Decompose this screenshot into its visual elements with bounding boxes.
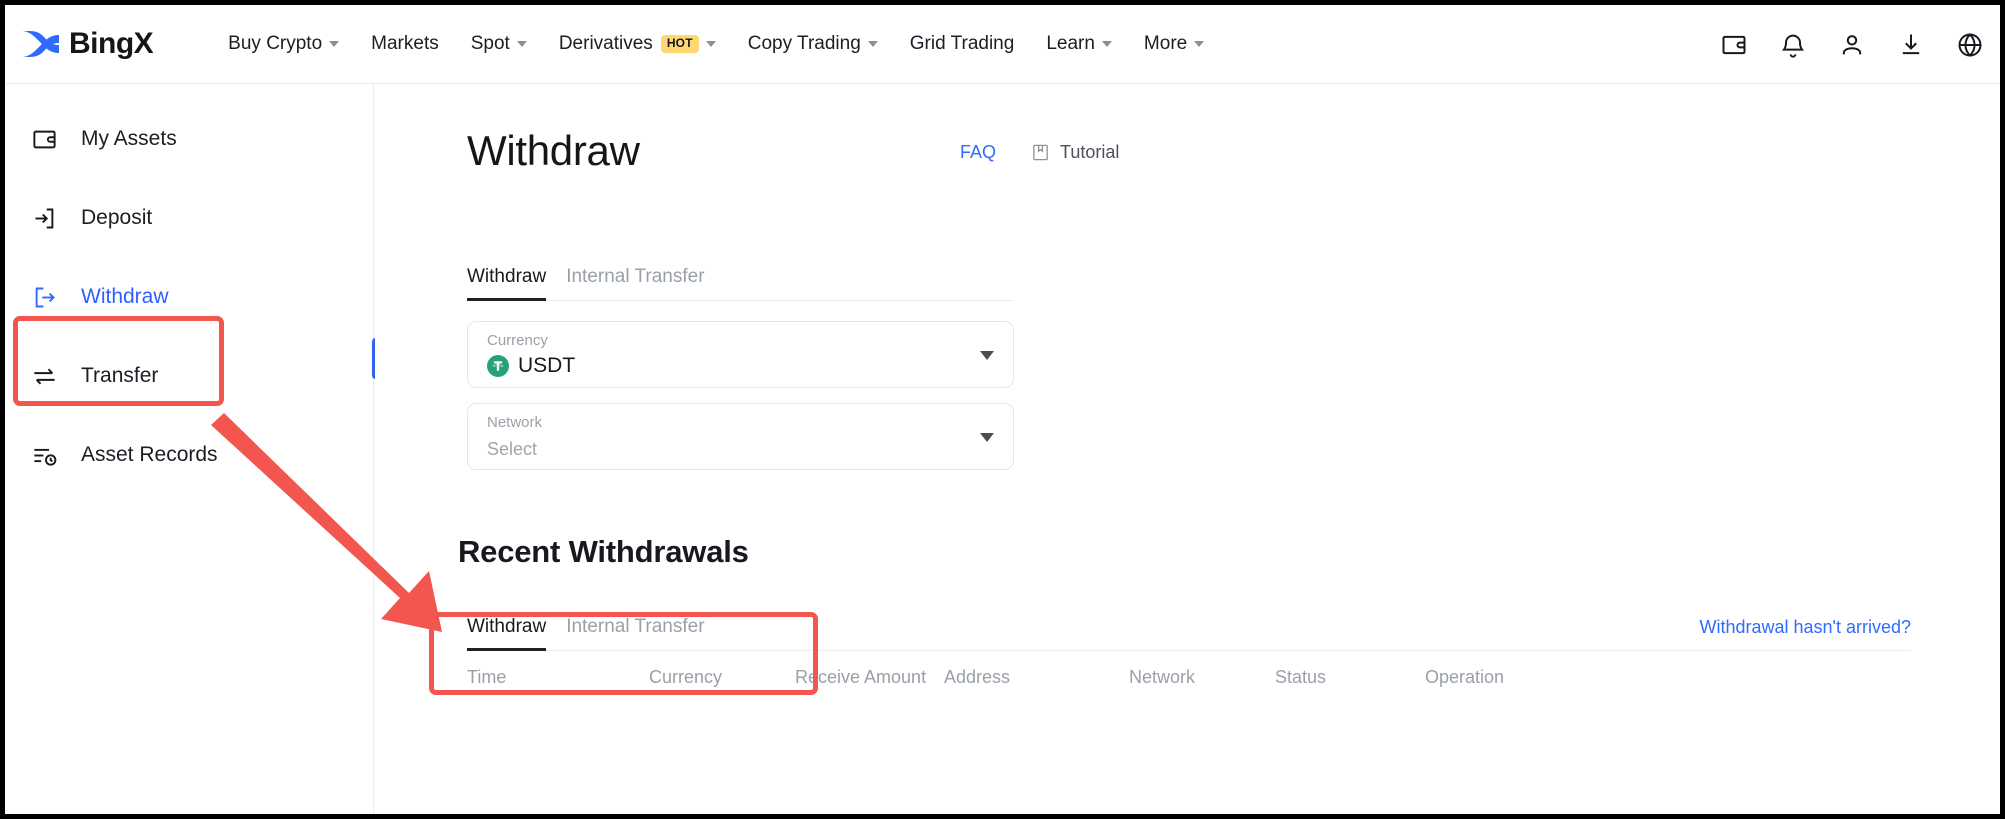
network-select[interactable]: Network Select xyxy=(467,403,1014,470)
sidebar-item-asset-records[interactable]: Asset Records xyxy=(5,427,374,483)
chevron-down-icon xyxy=(980,351,994,360)
chevron-down-icon xyxy=(1194,41,1205,47)
nav-item-more[interactable]: More xyxy=(1128,24,1220,64)
tab-withdraw[interactable]: Withdraw xyxy=(467,266,547,301)
wallet-icon xyxy=(33,130,56,148)
header-links: FAQ Tutorial xyxy=(960,142,1119,163)
chevron-down-icon xyxy=(705,41,716,47)
tutorial-link[interactable]: Tutorial xyxy=(1031,142,1119,163)
faq-link[interactable]: FAQ xyxy=(960,142,996,163)
chevron-down-icon xyxy=(516,41,527,47)
recent-tab-withdraw[interactable]: Withdraw xyxy=(467,616,547,651)
sidebar-item-withdraw[interactable]: Withdraw xyxy=(5,269,374,325)
deposit-arrow-icon xyxy=(35,208,54,228)
column-header-network: Network xyxy=(1129,667,1196,687)
chevron-down-icon xyxy=(1101,41,1112,47)
nav-label: Markets xyxy=(371,33,439,54)
nav-label: Derivatives xyxy=(558,33,653,54)
column-header-status: Status xyxy=(1275,667,1327,687)
column-header-receive-amount: Receive Amount xyxy=(795,667,927,687)
recent-withdrawals-heading: Recent Withdrawals xyxy=(458,534,749,569)
column-header-currency: Currency xyxy=(649,667,723,687)
recent-withdrawals-tabs: Withdraw Internal Transfer Withdrawal ha… xyxy=(467,612,1911,651)
page-title: Withdraw xyxy=(467,127,640,174)
sidebar-item-label: Deposit xyxy=(81,206,153,229)
chevron-down-icon xyxy=(329,41,340,47)
network-label: Network xyxy=(487,414,543,431)
nav-item-grid-trading[interactable]: Grid Trading xyxy=(894,24,1031,64)
records-clock-icon xyxy=(34,448,57,466)
currency-value-row: USDT xyxy=(487,354,575,378)
wallet-icon[interactable] xyxy=(1720,31,1748,59)
main-menu: Buy Crypto Markets Spot Derivatives HOT … xyxy=(212,24,1220,64)
column-header-operation: Operation xyxy=(1425,667,1505,687)
chevron-down-icon xyxy=(980,433,994,442)
sidebar-item-my-assets[interactable]: My Assets xyxy=(5,111,374,167)
network-placeholder: Select xyxy=(487,439,538,459)
bell-icon[interactable] xyxy=(1779,31,1807,59)
withdraw-arrow-icon xyxy=(35,287,55,307)
sidebar-item-label: Asset Records xyxy=(81,443,218,466)
usdt-tether-icon xyxy=(487,355,509,377)
download-icon[interactable] xyxy=(1897,31,1925,59)
assets-sidebar: My Assets Deposit Withdraw Transfer Asse… xyxy=(5,84,374,814)
sidebar-item-deposit[interactable]: Deposit xyxy=(5,190,374,246)
nav-label: Copy Trading xyxy=(747,33,861,54)
nav-label: Grid Trading xyxy=(909,33,1015,54)
currency-value: USDT xyxy=(518,354,576,377)
chevron-down-icon xyxy=(867,41,878,47)
column-header-address: Address xyxy=(944,667,1011,687)
withdraw-page-content: Withdraw FAQ Tutorial Withdraw Internal … xyxy=(375,84,2000,814)
book-icon xyxy=(1033,144,1048,161)
globe-icon[interactable] xyxy=(1956,31,1984,59)
sidebar-item-label: Transfer xyxy=(81,364,159,387)
withdraw-form-tabs: Withdraw Internal Transfer xyxy=(467,258,1014,301)
nav-label: Buy Crypto xyxy=(228,33,323,54)
bingx-logo-text: BingX xyxy=(69,27,154,60)
sidebar-item-transfer[interactable]: Transfer xyxy=(5,348,374,404)
nav-label: More xyxy=(1143,33,1188,54)
nav-item-learn[interactable]: Learn xyxy=(1030,24,1128,64)
tab-internal-transfer[interactable]: Internal Transfer xyxy=(566,266,704,300)
sidebar-item-label: My Assets xyxy=(81,127,177,150)
column-header-time: Time xyxy=(467,667,507,687)
bingx-x-logo-icon xyxy=(21,31,59,57)
currency-label: Currency xyxy=(487,332,548,349)
nav-item-derivatives[interactable]: Derivatives HOT xyxy=(543,24,732,64)
top-nav-icon-group xyxy=(1720,5,1984,84)
nav-item-copy-trading[interactable]: Copy Trading xyxy=(732,24,894,64)
nav-item-spot[interactable]: Spot xyxy=(455,24,543,64)
nav-item-markets[interactable]: Markets xyxy=(355,24,455,64)
recent-tab-internal-transfer[interactable]: Internal Transfer xyxy=(566,616,704,650)
hot-badge: HOT xyxy=(660,35,699,53)
nav-label: Spot xyxy=(470,33,510,54)
browser-viewport: BingX Buy Crypto Markets Spot Derivative… xyxy=(0,0,2005,819)
sidebar-item-label: Withdraw xyxy=(81,285,169,308)
nav-label: Learn xyxy=(1046,33,1095,54)
withdrawal-not-arrived-link[interactable]: Withdrawal hasn't arrived? xyxy=(1699,617,1911,638)
nav-item-buy-crypto[interactable]: Buy Crypto xyxy=(212,24,355,64)
top-navigation-bar: BingX Buy Crypto Markets Spot Derivative… xyxy=(5,5,2000,84)
tutorial-label: Tutorial xyxy=(1060,142,1120,162)
bingx-logo[interactable]: BingX xyxy=(19,27,154,61)
currency-select[interactable]: Currency USDT xyxy=(467,321,1014,388)
transfer-arrows-icon xyxy=(34,368,55,384)
user-icon[interactable] xyxy=(1838,31,1866,59)
